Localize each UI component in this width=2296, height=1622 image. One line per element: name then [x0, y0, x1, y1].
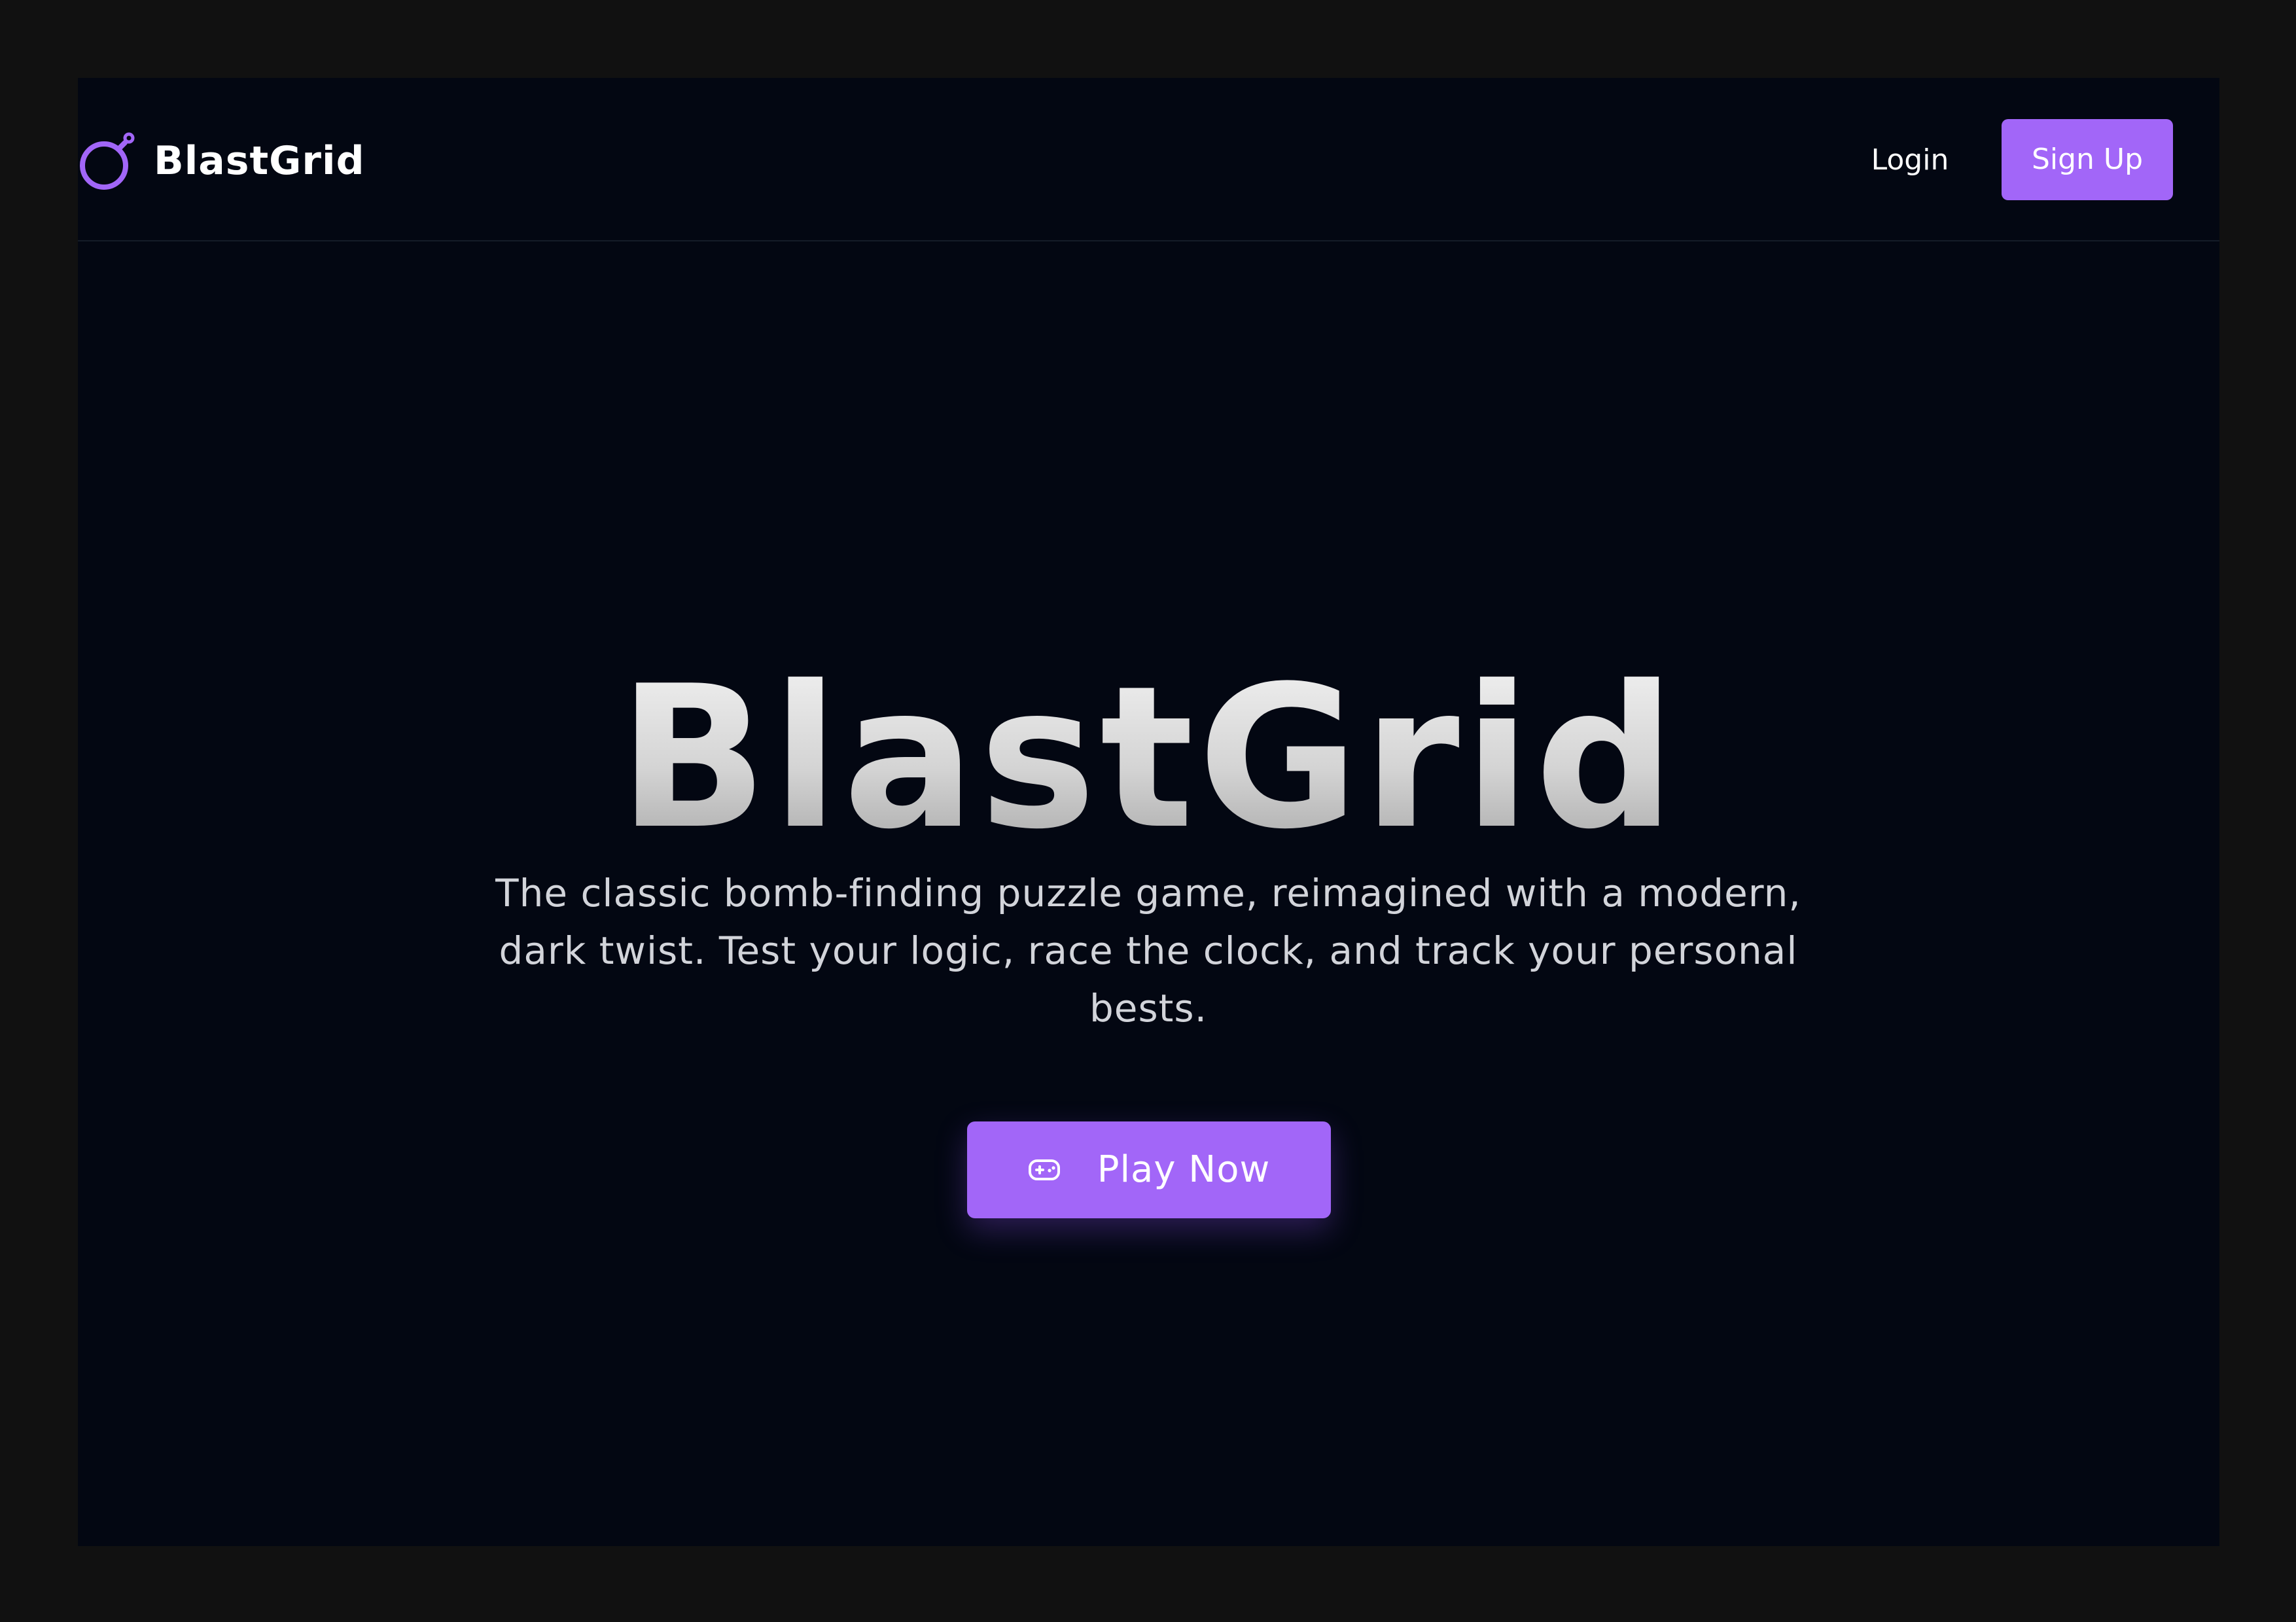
- hero-section: BlastGrid The classic bomb-finding puzzl…: [78, 241, 2219, 1546]
- brand-logo[interactable]: BlastGrid: [79, 132, 365, 190]
- play-now-button[interactable]: Play Now: [967, 1121, 1331, 1218]
- top-navbar: BlastGrid Login Sign Up: [78, 78, 2219, 241]
- gamepad-icon: [1028, 1159, 1060, 1180]
- hero-subtitle: The classic bomb-finding puzzle game, re…: [495, 871, 1801, 1031]
- hero-title: BlastGrid: [78, 660, 2219, 856]
- login-link[interactable]: Login: [1845, 141, 1975, 180]
- sign-up-button[interactable]: Sign Up: [2002, 119, 2173, 200]
- play-now-label: Play Now: [1097, 1148, 1271, 1191]
- app-window: BlastGrid Login Sign Up BlastGrid The cl…: [78, 78, 2219, 1546]
- brand-name: BlastGrid: [154, 138, 365, 184]
- bomb-icon: [80, 132, 135, 190]
